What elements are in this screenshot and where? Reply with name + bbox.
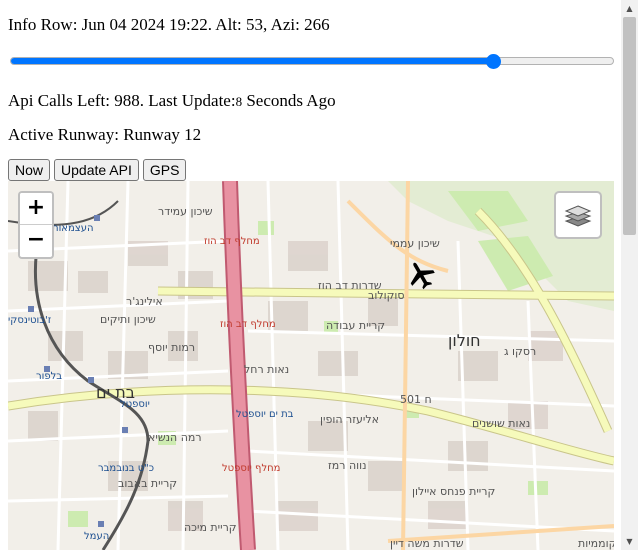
map-place-label: העצמאות (52, 223, 94, 234)
map-place-label: סוקולוב (368, 289, 405, 302)
scroll-up-arrow-icon[interactable]: ▲ (621, 0, 638, 17)
map-place-label: אילינג'ר (126, 295, 163, 308)
map-place-label: שיכון עמידר (158, 205, 213, 218)
map-place-label: נאות שושנים (472, 417, 531, 430)
map-place-label: נווה רמז (328, 459, 367, 472)
map-place-label: כ"ט בנובמבר (98, 463, 155, 474)
layers-control[interactable] (554, 191, 602, 239)
page-scrollbar[interactable]: ▲ ▼ (621, 0, 638, 550)
map-place-label: אליעזר הופין (320, 413, 379, 426)
map-place-label: מחלף יוספטל (222, 463, 281, 474)
map-place-label: בת ים יוספטל (236, 409, 294, 420)
map-place-label: רמות יוסף (148, 341, 196, 354)
gps-button[interactable]: GPS (142, 159, 187, 181)
map-place-label: ז'בוטינסקי (8, 315, 52, 326)
slider-thumb[interactable] (486, 54, 502, 69)
map-place-label: קריית עבודה (326, 319, 386, 332)
airplane-icon[interactable] (405, 259, 437, 291)
api-status-row: Api Calls Left: 988. Last Update:8 Secon… (8, 91, 336, 111)
active-runway-row: Active Runway: Runway 12 (8, 125, 202, 144)
map-place-label: העמל (84, 531, 110, 542)
slider-fill (11, 58, 495, 64)
map[interactable]: שיכון עמידר העצמאות מחלף דב הוז שיכון עממי ש… (8, 181, 614, 550)
map-place-label: מחלף דב הוז (220, 319, 276, 330)
slider-track[interactable] (10, 57, 614, 65)
map-place-label: קוממיות (578, 537, 614, 550)
layers-icon (564, 205, 592, 227)
map-place-label: קריית באבוב (118, 477, 178, 490)
scroll-down-arrow-icon[interactable]: ▼ (621, 533, 638, 550)
map-place-label: נאות רחל (244, 363, 290, 376)
api-status-suffix: Seconds Ago (242, 91, 336, 110)
update-api-button[interactable]: Update API (54, 159, 139, 181)
map-place-label: יוספטל (120, 399, 150, 410)
now-button[interactable]: Now (8, 159, 51, 181)
scroll-thumb[interactable] (623, 17, 636, 235)
zoom-in-button[interactable]: + (20, 193, 52, 225)
map-place-label: חולון (448, 331, 481, 350)
map-place-label: קריית פנחס איילון (412, 485, 496, 498)
map-place-label: ח 501 (400, 393, 432, 406)
map-tiles (8, 181, 614, 550)
map-place-label: רסקו ג (504, 345, 537, 358)
map-place-label: שיכון עממי (390, 237, 440, 250)
zoom-out-button[interactable]: − (20, 225, 52, 256)
zoom-control: + − (18, 191, 54, 259)
map-place-label: מחלף דב הוז (204, 236, 260, 247)
button-row: Now Update API GPS (8, 159, 187, 181)
map-place-label: רמה הנשיא (148, 431, 202, 444)
map-place-label: קריית מיכה (184, 521, 237, 534)
info-row: Info Row: Jun 04 2024 19:22. Alt: 53, Az… (8, 15, 330, 34)
api-status-prefix: Api Calls Left: 988. Last Update: (8, 91, 236, 110)
map-place-label: שדרות משה דיין (390, 537, 464, 550)
map-place-label: בלפור (36, 371, 63, 382)
time-slider[interactable] (10, 54, 614, 70)
map-place-label: שיכון ותיקים (100, 313, 156, 326)
